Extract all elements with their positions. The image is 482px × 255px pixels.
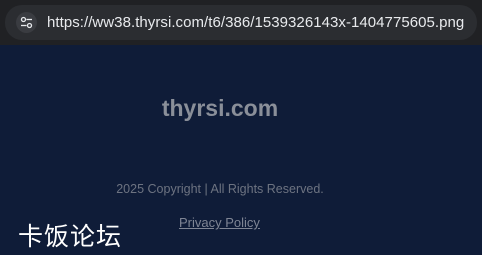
- url-text[interactable]: https://ww38.thyrsi.com/t6/386/153932614…: [47, 14, 464, 31]
- site-logo[interactable]: thyrsi.com: [0, 95, 440, 122]
- page-content: thyrsi.com 2025 Copyright | All Rights R…: [0, 45, 482, 255]
- browser-toolbar: https://ww38.thyrsi.com/t6/386/153932614…: [0, 0, 482, 45]
- address-bar[interactable]: https://ww38.thyrsi.com/t6/386/153932614…: [5, 5, 477, 40]
- copyright-text: 2025 Copyright | All Rights Reserved.: [116, 182, 324, 196]
- tune-icon-glyph: [20, 16, 33, 29]
- watermark-text: 卡饭论坛: [18, 222, 123, 251]
- privacy-policy-link[interactable]: Privacy Policy: [179, 215, 260, 230]
- tune-icon[interactable]: [16, 12, 37, 33]
